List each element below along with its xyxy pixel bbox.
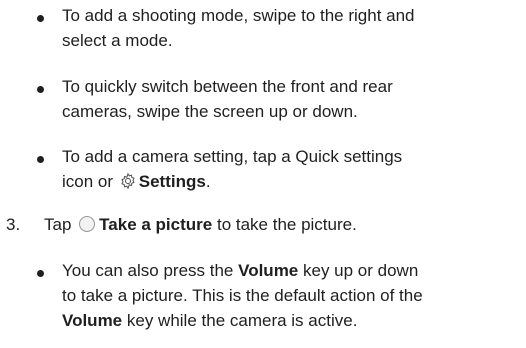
document-page: To add a shooting mode, swipe to the rig… — [0, 0, 526, 348]
bullet-line: select a mode. — [62, 31, 173, 50]
volume-label: Volume — [238, 261, 299, 280]
shutter-circle-icon — [79, 215, 96, 233]
bullet-line: icon or Settings. — [62, 169, 522, 194]
bullet-line: To add a shooting mode, swipe to the rig… — [62, 6, 415, 25]
text-fragment: key up or down — [303, 261, 419, 280]
bullet-volume-key: You can also press the Volume key up or … — [62, 258, 522, 333]
bullet-dot — [37, 15, 44, 22]
text-fragment: Tap — [44, 215, 72, 234]
bullet-dot — [37, 156, 44, 163]
step-number: 3. — [6, 215, 21, 234]
text-fragment: . — [205, 172, 211, 191]
volume-label: Volume — [62, 311, 123, 330]
bullet-line: To add a camera setting, tap a Quick set… — [62, 147, 403, 166]
bullet-switch-cameras: To quickly switch between the front and … — [62, 74, 522, 124]
bullet-add-shooting-mode: To add a shooting mode, swipe to the rig… — [62, 3, 522, 53]
settings-label: Settings — [138, 172, 206, 191]
text-fragment: to take the picture. — [216, 215, 357, 234]
bullet-line: To quickly switch between the front and … — [62, 77, 393, 96]
text-fragment: You can also press the — [62, 261, 234, 280]
bullet-camera-setting: To add a camera setting, tap a Quick set… — [62, 144, 522, 194]
text-fragment: key while the camera is active. — [126, 311, 358, 330]
bullet-dot — [37, 86, 44, 93]
bullet-line: cameras, swipe the screen up or down. — [62, 102, 358, 121]
bullet-line: Volume key while the camera is active. — [62, 308, 522, 333]
text-fragment: icon or — [62, 172, 114, 191]
settings-gear-icon — [121, 172, 135, 190]
bullet-line: You can also press the Volume key up or … — [62, 258, 522, 283]
bullet-line: to take a picture. This is the default a… — [62, 286, 423, 305]
take-picture-label: Take a picture — [99, 215, 213, 234]
step-3: 3. Tap Take a picture to take the picture… — [6, 212, 521, 237]
bullet-dot — [37, 270, 44, 277]
